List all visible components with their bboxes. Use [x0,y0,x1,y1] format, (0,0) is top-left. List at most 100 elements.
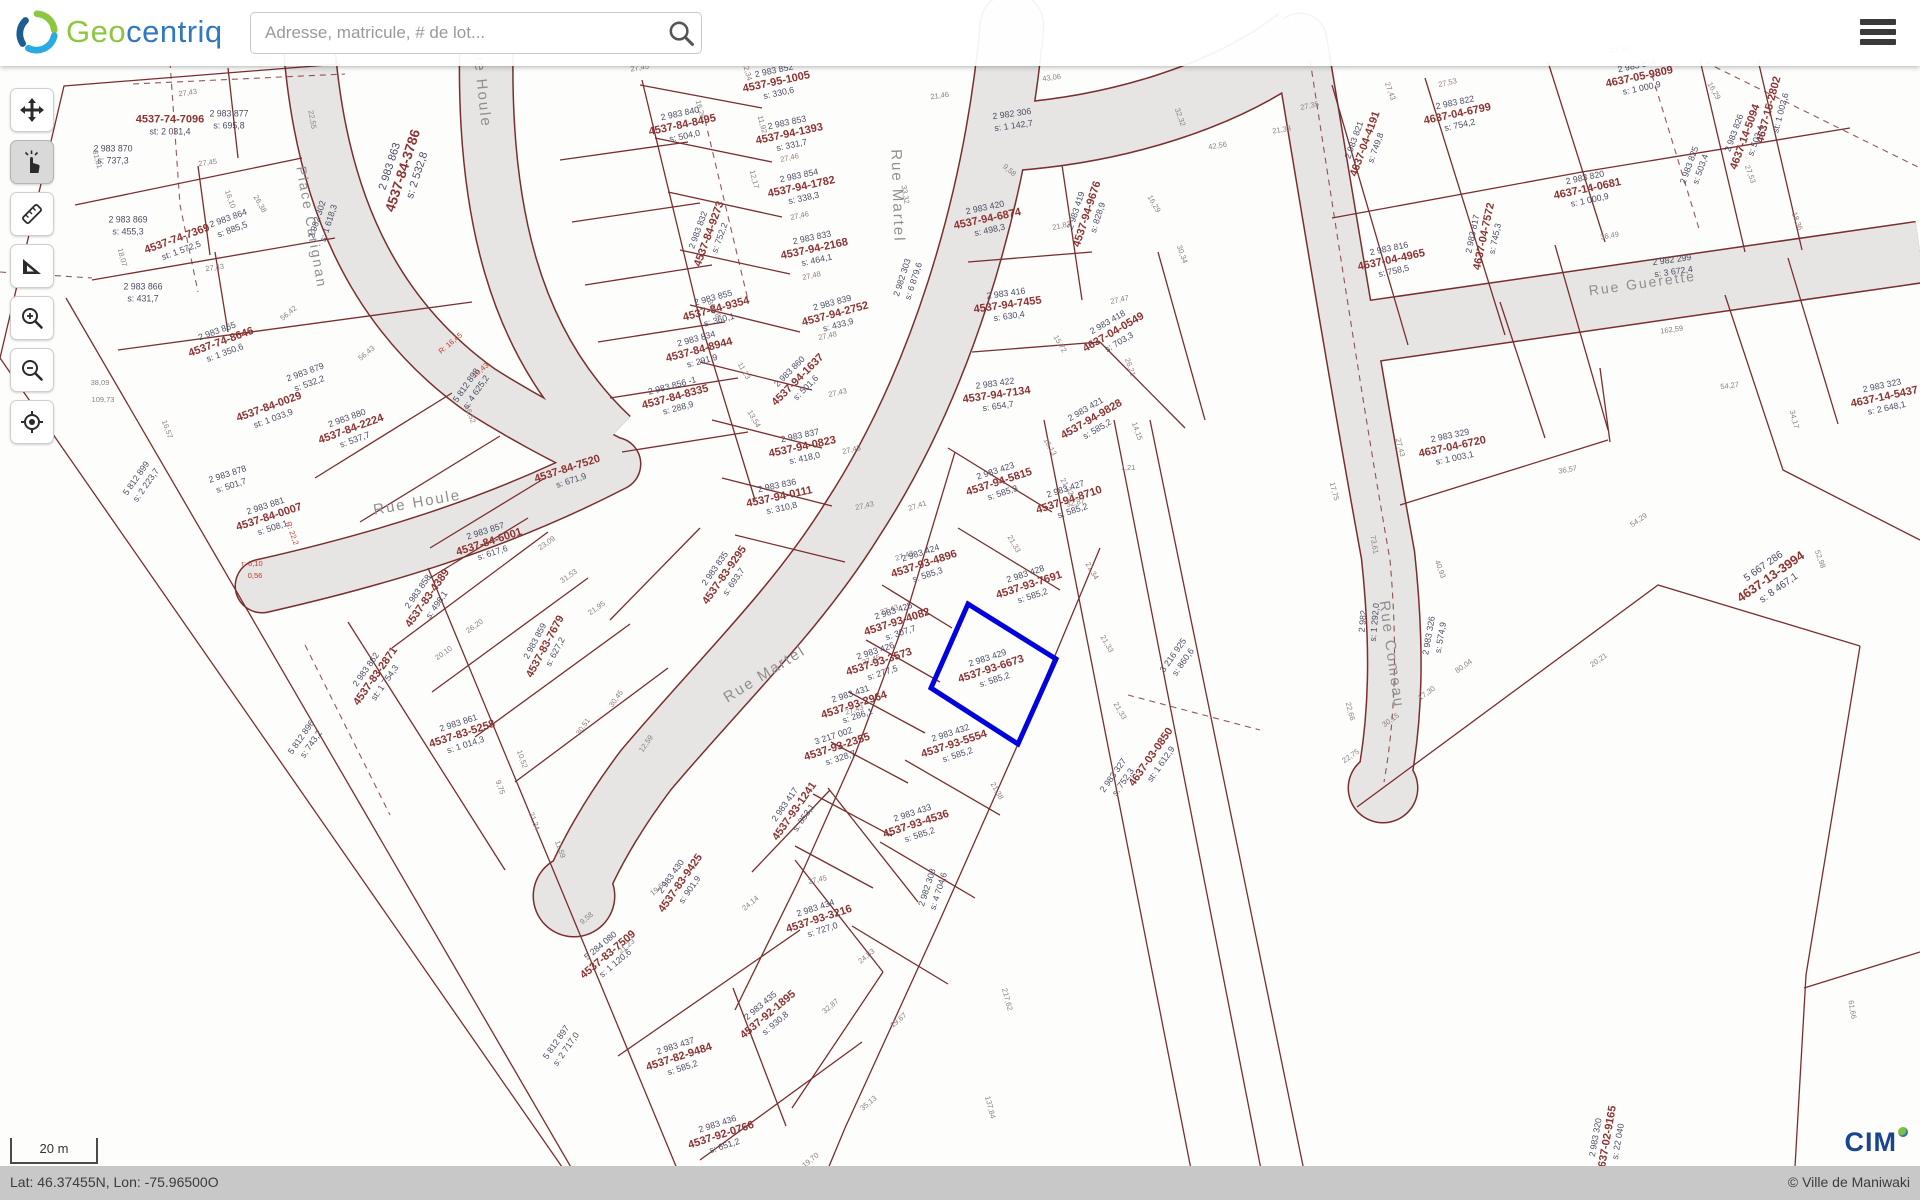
parcel-label[interactable]: 2 983 856 -14537-84-8335s: 288,9 [638,372,713,422]
dimension-label: 27,45 [198,157,218,169]
parcel-label[interactable]: 2 983 8654537-74-8646s: 1 350,6 [183,314,259,368]
tool-pan-button[interactable] [10,88,54,132]
parcel-label[interactable]: 2 983 8204637-14-0681s: 1 000,9 [1550,165,1624,212]
parcel-label[interactable]: 2 983 869s: 455,3 [108,215,147,237]
dimension-label: 56,42 [278,304,298,323]
svg-text:2 983 877: 2 983 877 [209,109,248,119]
parcel-label[interactable]: 3 217 0024537-93-2355s: 328,7 [799,720,874,773]
parcel-label[interactable]: 2 983 8374537-94-0823s: 418,0 [765,423,839,470]
dimension-label: 54,29 [1628,511,1649,529]
parcel-label[interactable]: 2 983 4224537-94-7134s: 654,7 [960,373,1033,415]
dimension-label: 24,83 [856,947,876,966]
parcel-label[interactable]: 2 983 866s: 431,7 [123,282,162,304]
dimension-label: 22,75 [1340,747,1361,765]
dimension-label: 42,56 [1208,139,1228,151]
dimension-label: 40,93 [1433,559,1448,580]
dimension-label: 61,66 [1846,1000,1858,1020]
parcel-label[interactable]: 2 983 4374537-82-9484s: 585,2 [641,1030,717,1083]
svg-text:s: 455,3: s: 455,3 [112,227,143,237]
parcel-label[interactable]: 2 983 4354537-92-1895s: 930,8 [731,980,805,1049]
dimension-label: 36,49 [1600,229,1620,241]
parcel-label[interactable]: 2 983 877 s: 695,8 [209,109,248,131]
parcel-label[interactable]: 2 983 4324537-93-5554s: 585,2 [916,717,992,770]
parcel-label[interactable]: 4537-84-0029st: 1 033,9 [235,390,307,435]
parcel-label[interactable]: 2 983 4284537-93-7691s: 585,2 [991,558,1066,611]
dimension-label: 21,33 [1006,533,1023,554]
parcel-label[interactable]: 2 982 308s: 4 704,6 [916,867,949,911]
hamburger-icon [1860,19,1896,25]
parcel-label[interactable]: 2 983 8614537-83-5258s: 1 014,3 [424,707,499,760]
dimension-label: 31,53 [558,567,579,585]
dimension-label: 109,73 [92,395,115,404]
parcel-label[interactable]: 2 983 8554537-84-9354s: 360,1 [679,284,755,334]
tool-measure-distance-button[interactable] [10,192,54,236]
parcel-label[interactable]: 2 982 303s: 6 879,6 [891,257,924,301]
parcel-label[interactable]: 2 983 3234637-14-5437s: 2 648,1 [1847,373,1920,420]
map-canvas[interactable]: 27,4326,9822,5531,6127,4516,1026,3818,07… [0,0,1920,1200]
magnifier-plus-icon [19,305,45,331]
search-button[interactable] [661,14,701,52]
tool-select-button[interactable] [10,140,54,184]
parcel-label[interactable]: 2 983 8334537-94-2168s: 464,1 [777,225,851,272]
dimension-label: 16,29 [1706,80,1723,101]
top-bar: Geocentriq [0,0,1920,66]
parcel-label[interactable]: 2 983 3294637-04-6720s: 1 003,1 [1415,423,1489,470]
parcel-label[interactable]: 2 983 879s: 532,2 [285,361,329,395]
parcel-label-selected[interactable]: 2 983 4294537-93-6673s: 585,2 [953,642,1028,695]
parcel-line [622,432,748,452]
parcel-label[interactable]: 2 983 4244537-93-4896s: 585,3 [886,537,961,590]
parcel-label[interactable]: 2 983 8364537-94-0111s: 310,8 [743,473,816,519]
search-input[interactable] [251,23,661,43]
parcel-label[interactable]: 4537-74-7096st: 2 031,4 [136,114,205,137]
parcel-label[interactable]: 2 983 8544537-94-1782s: 338,3 [764,163,838,210]
parcel-label[interactable]: 2 983 864s: 885,5 [208,207,252,241]
parcel-label[interactable]: 2 983 8174637-04-7572s: 745,3 [1460,199,1507,273]
logo-text-geo: Geo [66,14,126,50]
hand-pointer-icon [19,149,45,175]
parcel-label[interactable]: 2 983 8594537-83-7679s: 627,2 [514,608,575,684]
parcel-label[interactable]: 2 983 8344537-84-8944s: 291,9 [662,325,738,375]
parcel-line [1114,420,1267,1200]
set-square-icon [19,253,45,279]
parcel-label[interactable]: 5 812 899s: 2 223,7 [121,459,162,504]
menu-button[interactable] [1858,13,1898,49]
parcel-label[interactable]: 2 983 3204637-02-9165s: 22 040 [1584,1103,1628,1176]
move-arrows-icon [19,97,45,123]
parcel-label[interactable]: 2 983 8804537-84-2224s: 537,7 [313,401,389,456]
tool-locate-button[interactable] [10,400,54,444]
svg-text:4537-74-7096: 4537-74-7096 [136,114,205,126]
parcel-label[interactable]: 2 983 4184637-04-0549s: 703,3 [1075,301,1151,364]
parcel-label[interactable]: 2 983 326s: 574,9 [1420,615,1448,657]
dimension-label: 17,75 [1328,481,1342,501]
parcel-label[interactable]: 2 983 4194537-94-9676s: 828,9 [1060,176,1113,251]
parcel-label[interactable]: 5 667 2864637-13-3994s: 8 467,1 [1728,540,1814,616]
tool-measure-area-button[interactable] [10,244,54,288]
parcel-label[interactable]: 5 812 897s: 2 717,0 [541,1023,582,1068]
tool-zoom-out-button[interactable] [10,348,54,392]
svg-text:s: 695,8: s: 695,8 [213,121,244,131]
dimension-label: 21,33 [1112,700,1129,721]
dimension-label: 80,04 [1453,657,1474,675]
tool-zoom-in-button[interactable] [10,296,54,340]
dimension-label: 24,14 [740,894,760,913]
dimension-label: 26,20 [464,617,485,635]
dimension-label: 23,09 [536,534,557,552]
parcel-label[interactable]: 2 983 4344537-93-3216s: 727,0 [781,892,856,945]
dimension-label: 27,43 [205,262,225,274]
svg-text:s: 431,7: s: 431,7 [127,294,158,304]
dimension-label: 11,23 [736,361,753,381]
parcel-line [815,548,1100,1200]
parcel-label[interactable]: 2 983 8634537-84-3786s: 2 532,8 [371,124,436,218]
parcel-label[interactable]: 5 812 896s: 743,2 [286,718,327,763]
logo-text-centriq: centriq [126,14,223,50]
parcel-label[interactable]: 2 983 4334537-93-4536s: 585,2 [878,797,953,850]
cim-logo-text: CIM [1845,1127,1898,1157]
scale-bar-label: 20 m [40,1141,69,1156]
parcel-label[interactable]: 2 983 4364537-92-0766s: 651,2 [683,1108,758,1161]
dimension-label: 12,17 [748,169,762,189]
target-icon [19,409,45,435]
parcel-label[interactable]: 2 983 878s: 501,7 [207,463,251,496]
dimension-label: 217,62 [1000,987,1015,1012]
dimension-label: 18,36 [1790,211,1805,232]
parcel-label[interactable]: 2 983 8354537-83-9295s: 693,7 [691,537,757,612]
